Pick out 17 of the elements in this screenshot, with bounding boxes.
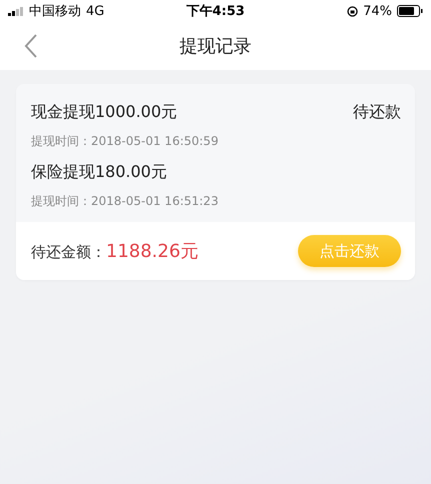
signal-icon — [8, 6, 24, 16]
clock-time: 下午4:53 — [186, 3, 245, 20]
carrier-name: 中国移动 — [29, 3, 81, 20]
network-type: 4G — [86, 4, 104, 18]
amount-label: 待还金额： — [31, 243, 106, 262]
rotation-lock-icon — [347, 6, 358, 16]
record-status: 待还款 — [353, 102, 401, 123]
battery-icon — [397, 5, 423, 17]
record-time: 提现时间：2018-05-01 16:50:59 — [31, 133, 220, 150]
amount-value: 1188.26元 — [106, 240, 198, 263]
page-title: 提现记录 — [180, 35, 252, 58]
repay-button[interactable]: 点击还款 — [298, 235, 401, 267]
record-title: 保险提现180.00元 — [31, 162, 167, 183]
record-time: 提现时间：2018-05-01 16:51:23 — [31, 193, 220, 210]
record-title: 现金提现1000.00元 — [31, 102, 178, 123]
back-icon[interactable] — [24, 33, 38, 59]
battery-percent: 74% — [363, 4, 392, 18]
